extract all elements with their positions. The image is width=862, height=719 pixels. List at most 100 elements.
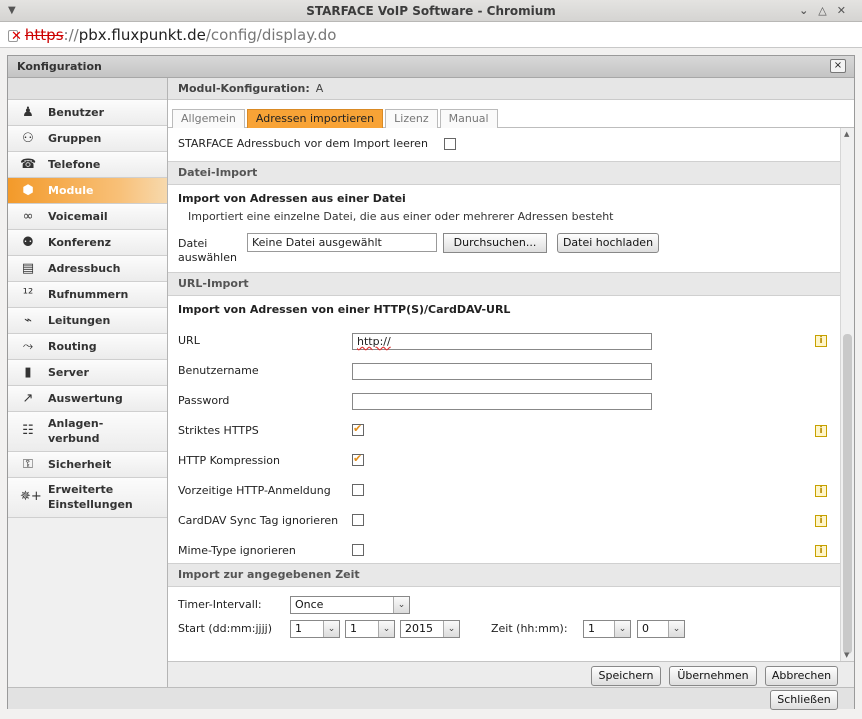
sidebar-item-label: Erweiterte Einstellungen [48, 483, 133, 511]
sidebar-item-module[interactable]: ⬢ Module [8, 178, 167, 204]
time-hour-value: 1 [588, 622, 595, 635]
scroll-up-icon[interactable]: ▲ [844, 130, 849, 138]
url-label: URL [178, 334, 200, 347]
username-input[interactable] [352, 363, 652, 380]
lock-icon: ⚿ [23, 457, 33, 472]
close-window-button[interactable]: Schließen [770, 690, 838, 710]
browser-titlebar: ▼ STARFACE VoIP Software - Chromium ⌄△✕ [0, 0, 862, 22]
strict-https-info-icon[interactable]: i [815, 425, 827, 437]
chevron-down-icon: ⌄ [393, 597, 409, 613]
time-minute-select[interactable]: 0 ⌄ [637, 620, 685, 638]
preemptive-auth-label: Vorzeitige HTTP-Anmeldung [178, 484, 331, 497]
sidebar-item-adressbuch[interactable]: ▤ Adressbuch [8, 256, 167, 282]
sidebar-item-label: Anlagen- verbund [48, 417, 104, 445]
sidebar-item-gruppen[interactable]: ⚇ Gruppen [8, 126, 167, 152]
carddav-sync-info-icon[interactable]: i [815, 515, 827, 527]
voicemail-icon: ∞ [22, 209, 34, 224]
sidebar-item-telefone[interactable]: ☎ Telefone [8, 152, 167, 178]
apply-button[interactable]: Übernehmen [669, 666, 757, 686]
start-year-select[interactable]: 2015 ⌄ [400, 620, 460, 638]
timer-interval-value: Once [295, 598, 324, 611]
password-input[interactable] [352, 393, 652, 410]
chart-icon: ↗ [22, 391, 34, 406]
file-import-description: Importiert eine einzelne Datei, die aus … [188, 210, 614, 223]
sidebar-nav: ♟ Benutzer ⚇ Gruppen ☎ Telefone ⬢ Module ∞ Voicem… [8, 100, 167, 518]
browse-button[interactable]: Durchsuchen... [443, 233, 547, 253]
sidebar-item-label: Rufnummern [48, 288, 129, 301]
start-day-select[interactable]: 1 ⌄ [290, 620, 340, 638]
cube-icon: ⬢ [22, 183, 34, 198]
sidebar-item-label: Module [48, 184, 94, 197]
address-bar[interactable]: ✕ https://pbx.fluxpunkt.de/config/display… [0, 22, 862, 48]
main-panel: Modul-Konfiguration: A Allgemein Adressen … [168, 78, 854, 687]
sidebar-item-routing[interactable]: ⤳ Routing [8, 334, 167, 360]
url-info-icon[interactable]: i [815, 335, 827, 347]
url-input[interactable]: http:// [352, 333, 652, 350]
preemptive-auth-info-icon[interactable]: i [815, 485, 827, 497]
section-file-import: Datei-Import [168, 161, 840, 185]
sidebar-item-label: Telefone [48, 158, 101, 171]
mime-type-checkbox[interactable] [352, 544, 364, 556]
tab-allgemein[interactable]: Allgemein [172, 109, 245, 128]
module-header: Modul-Konfiguration: A [168, 78, 854, 100]
time-hour-select[interactable]: 1 ⌄ [583, 620, 631, 638]
window-controls[interactable]: ⌄△✕ [799, 0, 856, 22]
sidebar-item-label: Gruppen [48, 132, 102, 145]
sidebar-item-anlagen-verbund[interactable]: ☷ Anlagen- verbund [8, 412, 167, 452]
chevron-down-icon: ⌄ [443, 621, 459, 637]
sidebar-item-benutzer[interactable]: ♟ Benutzer [8, 100, 167, 126]
http-compression-checkbox[interactable] [352, 452, 364, 466]
sidebar-item-server[interactable]: ▮ Server [8, 360, 167, 386]
browser-title: STARFACE VoIP Software - Chromium [306, 4, 556, 18]
scrollbar-thumb[interactable] [843, 334, 852, 654]
start-year-value: 2015 [405, 622, 433, 635]
addressbook-icon: ▤ [21, 261, 35, 276]
conference-icon: ⚉ [22, 235, 34, 250]
phone-icon: ☎ [20, 157, 37, 172]
window-close-button[interactable]: × [830, 59, 846, 73]
mime-type-info-icon[interactable]: i [815, 545, 827, 557]
sidebar-item-sicherheit[interactable]: ⚿ Sicherheit [8, 452, 167, 478]
file-select-label-1: Datei [178, 237, 208, 250]
sidebar-item-label: Auswertung [48, 392, 123, 405]
sidebar: ♟ Benutzer ⚇ Gruppen ☎ Telefone ⬢ Module ∞ Voicem… [8, 78, 168, 687]
url-host: pbx.fluxpunkt.de [78, 26, 206, 44]
chevron-down-icon: ⌄ [614, 621, 630, 637]
window-footer: Schließen [8, 687, 854, 710]
time-label: Zeit (hh:mm): [491, 622, 568, 635]
url-import-header: Import von Adressen von einer HTTP(S)/Ca… [178, 303, 511, 316]
action-footer: Speichern Übernehmen Abbrechen [168, 661, 854, 687]
sidebar-item-label: Server [48, 366, 89, 379]
sidebar-spacer [8, 78, 167, 100]
strict-https-checkbox[interactable] [352, 422, 364, 436]
tab-lizenz[interactable]: Lizenz [385, 109, 438, 128]
window-menu-icon[interactable]: ▼ [8, 0, 16, 22]
module-header-label: Modul-Konfiguration: [178, 82, 310, 95]
sidebar-item-konferenz[interactable]: ⚉ Konferenz [8, 230, 167, 256]
url-scheme: https [24, 26, 64, 44]
cancel-button[interactable]: Abbrechen [765, 666, 838, 686]
vertical-scrollbar[interactable]: ▲ ▼ [840, 128, 854, 661]
clear-addressbook-checkbox[interactable] [444, 138, 456, 150]
tab-manual[interactable]: Manual [439, 109, 498, 128]
carddav-sync-checkbox[interactable] [352, 514, 364, 526]
timer-interval-select[interactable]: Once ⌄ [290, 596, 410, 614]
preemptive-auth-checkbox[interactable] [352, 484, 364, 496]
sidebar-item-leitungen[interactable]: ⌁ Leitungen [8, 308, 167, 334]
user-icon: ♟ [22, 105, 34, 120]
start-month-select[interactable]: 1 ⌄ [345, 620, 395, 638]
file-name-field[interactable]: Keine Datei ausgewählt [247, 233, 437, 252]
server-icon: ▮ [24, 365, 32, 380]
scroll-down-icon[interactable]: ▼ [844, 651, 849, 659]
password-label: Password [178, 394, 230, 407]
sidebar-item-auswertung[interactable]: ↗ Auswertung [8, 386, 167, 412]
chevron-down-icon: ⌄ [323, 621, 339, 637]
chevron-down-icon: ⌄ [668, 621, 684, 637]
mime-type-label: Mime-Type ignorieren [178, 544, 296, 557]
upload-file-button[interactable]: Datei hochladen [557, 233, 659, 253]
tab-adressen-importieren[interactable]: Adressen importieren [246, 109, 384, 128]
sidebar-item-erweiterte-einstellungen[interactable]: ✵+ Erweiterte Einstellungen [8, 478, 167, 518]
save-button[interactable]: Speichern [591, 666, 661, 686]
sidebar-item-rufnummern[interactable]: ¹² Rufnummern [8, 282, 167, 308]
sidebar-item-voicemail[interactable]: ∞ Voicemail [8, 204, 167, 230]
